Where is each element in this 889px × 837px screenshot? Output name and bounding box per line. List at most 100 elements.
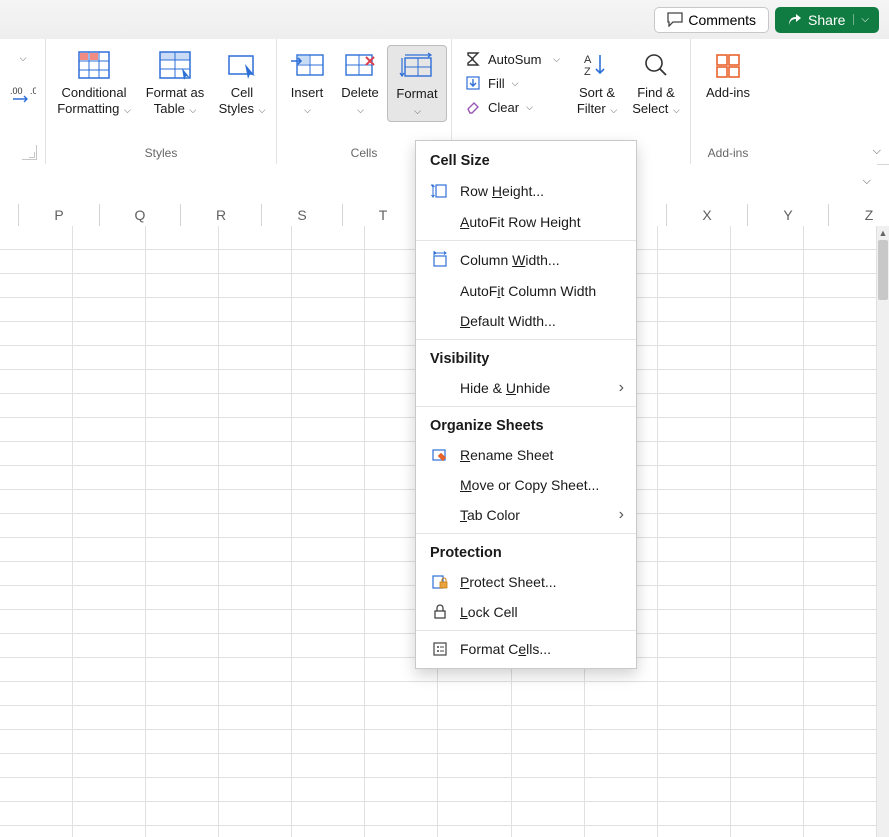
cell[interactable]: [730, 346, 803, 370]
cell[interactable]: [730, 250, 803, 274]
cell[interactable]: [803, 610, 876, 634]
cell[interactable]: [657, 562, 730, 586]
cell[interactable]: [73, 514, 146, 538]
cell[interactable]: [0, 250, 73, 274]
cell[interactable]: [0, 706, 73, 730]
cell[interactable]: [657, 778, 730, 802]
cell[interactable]: [803, 370, 876, 394]
cell[interactable]: [803, 538, 876, 562]
cell[interactable]: [730, 442, 803, 466]
cell[interactable]: [584, 730, 657, 754]
cell[interactable]: [292, 754, 365, 778]
cell[interactable]: [365, 730, 438, 754]
cell[interactable]: [292, 298, 365, 322]
cell[interactable]: [219, 226, 292, 250]
cell[interactable]: [292, 706, 365, 730]
cell[interactable]: [365, 682, 438, 706]
cell[interactable]: [0, 586, 73, 610]
cell[interactable]: [292, 802, 365, 826]
cell[interactable]: [73, 610, 146, 634]
cell[interactable]: [803, 394, 876, 418]
cell[interactable]: [730, 754, 803, 778]
cell[interactable]: [730, 802, 803, 826]
cell[interactable]: [146, 418, 219, 442]
cell[interactable]: [146, 370, 219, 394]
cell[interactable]: [657, 754, 730, 778]
cell[interactable]: [0, 754, 73, 778]
cell[interactable]: [657, 418, 730, 442]
cell[interactable]: [146, 802, 219, 826]
cell[interactable]: [73, 346, 146, 370]
cell[interactable]: [219, 778, 292, 802]
column-header[interactable]: S: [262, 204, 343, 226]
cell[interactable]: [146, 634, 219, 658]
cell[interactable]: [365, 778, 438, 802]
cell[interactable]: [584, 778, 657, 802]
column-header[interactable]: Q: [100, 204, 181, 226]
cell[interactable]: [730, 418, 803, 442]
cell[interactable]: [365, 802, 438, 826]
cell[interactable]: [219, 826, 292, 837]
cell[interactable]: [146, 778, 219, 802]
cell[interactable]: [803, 442, 876, 466]
cell[interactable]: [365, 706, 438, 730]
cell[interactable]: [0, 370, 73, 394]
cell[interactable]: [0, 730, 73, 754]
cell[interactable]: [73, 730, 146, 754]
cell[interactable]: [73, 226, 146, 250]
cell[interactable]: [730, 322, 803, 346]
cell[interactable]: [292, 730, 365, 754]
cell[interactable]: [438, 826, 511, 837]
cell[interactable]: [730, 586, 803, 610]
cell[interactable]: [803, 778, 876, 802]
cell[interactable]: [73, 394, 146, 418]
cell[interactable]: [584, 802, 657, 826]
cell[interactable]: [292, 778, 365, 802]
cell[interactable]: [219, 586, 292, 610]
cell[interactable]: [146, 346, 219, 370]
cell[interactable]: [0, 226, 73, 250]
cell[interactable]: [73, 778, 146, 802]
cell[interactable]: [511, 778, 584, 802]
cell[interactable]: [292, 322, 365, 346]
cell[interactable]: [219, 610, 292, 634]
cell[interactable]: [730, 610, 803, 634]
cell[interactable]: [730, 634, 803, 658]
cell[interactable]: [73, 562, 146, 586]
cell[interactable]: [73, 322, 146, 346]
cell[interactable]: [0, 538, 73, 562]
cell[interactable]: [803, 466, 876, 490]
cell[interactable]: [73, 802, 146, 826]
cell[interactable]: [73, 418, 146, 442]
cell[interactable]: [73, 586, 146, 610]
cell[interactable]: [219, 370, 292, 394]
delete-button[interactable]: Delete⌵: [333, 45, 387, 120]
cell[interactable]: [803, 298, 876, 322]
cell[interactable]: [803, 346, 876, 370]
cell[interactable]: [219, 346, 292, 370]
menu-hide-unhide[interactable]: Hide & Unhide: [416, 373, 636, 403]
scroll-up-icon[interactable]: ▲: [877, 226, 889, 240]
menu-move-copy-sheet[interactable]: Move or Copy Sheet...: [416, 470, 636, 500]
menu-format-cells[interactable]: Format Cells...: [416, 634, 636, 664]
cell[interactable]: [73, 442, 146, 466]
cell[interactable]: [146, 730, 219, 754]
cell[interactable]: [511, 682, 584, 706]
cell[interactable]: [0, 274, 73, 298]
cell[interactable]: [0, 682, 73, 706]
cell-styles-button[interactable]: Cell Styles ⌵: [212, 45, 272, 120]
cell[interactable]: [803, 730, 876, 754]
cell[interactable]: [657, 394, 730, 418]
column-header[interactable]: P: [19, 204, 100, 226]
cell[interactable]: [146, 442, 219, 466]
cell[interactable]: [657, 682, 730, 706]
cell[interactable]: [657, 322, 730, 346]
menu-row-height[interactable]: Row Height...: [416, 175, 636, 207]
cell[interactable]: [657, 706, 730, 730]
cell[interactable]: [292, 658, 365, 682]
cell[interactable]: [292, 442, 365, 466]
cell[interactable]: [511, 706, 584, 730]
conditional-formatting-button[interactable]: Conditional Formatting ⌵: [50, 45, 138, 120]
cell[interactable]: [511, 730, 584, 754]
cell[interactable]: [292, 346, 365, 370]
